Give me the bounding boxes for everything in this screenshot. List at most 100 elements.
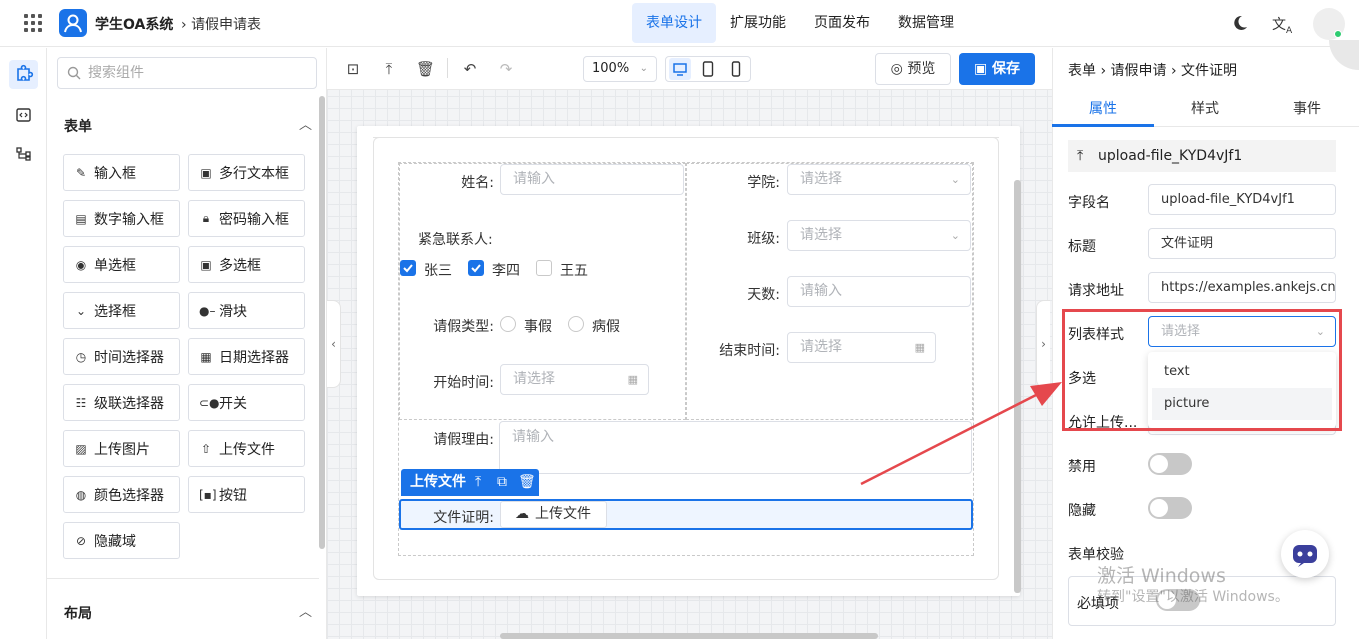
tab-styles[interactable]: 样式 [1191,98,1219,118]
textarea-icon: ▣ [200,165,212,180]
checkbox-checked[interactable] [400,260,416,276]
comp-upload-file[interactable]: ⇧ 上传文件 [188,430,305,467]
zoom-select[interactable]: 100% ⌄ [583,56,657,82]
annotation-highlight-box [1062,309,1342,431]
tab-events[interactable]: 事件 [1293,98,1321,118]
comp-time-picker[interactable]: ◷ 时间选择器 [63,338,180,375]
crumb[interactable]: 文件证明 [1181,63,1237,79]
desktop-icon[interactable] [669,58,691,80]
comp-button[interactable]: [▪] 按钮 [188,476,305,513]
collapse-left-panel-handle[interactable]: ‹ [327,300,341,388]
nav-data-management[interactable]: 数据管理 [884,3,968,43]
crumb[interactable]: 表单 [1068,63,1096,79]
export-icon[interactable]: ⤒ [380,60,398,78]
windows-watermark-title: 激活 Windows [1097,565,1226,587]
preview-button[interactable]: ◎ 预览 [875,53,951,85]
translate-icon[interactable]: 文A [1272,14,1292,36]
mobile-icon[interactable] [731,61,741,77]
code-box-icon[interactable] [16,108,31,122]
collapse-right-panel-handle[interactable]: › [1036,300,1050,388]
palette-icon: ◍ [75,487,87,502]
tablet-icon[interactable] [702,61,714,77]
comp-date-picker[interactable]: ▦ 日期选择器 [188,338,305,375]
comp-hidden-field[interactable]: ⊘ 隐藏域 [63,522,180,559]
collapse-chevron-up-icon[interactable]: ︿ [299,114,312,133]
top-breadcrumb[interactable]: › 请假申请表 [181,14,261,34]
nav-page-publish[interactable]: 页面发布 [800,3,884,43]
comp-upload-image[interactable]: ▨ 上传图片 [63,430,180,467]
comp-label: 单选框 [94,257,136,274]
nav-form-design[interactable]: 表单设计 [632,3,716,43]
undo-icon[interactable]: ↶ [461,60,479,78]
title-input[interactable]: 文件证明 [1148,228,1336,259]
apps-grid-icon[interactable] [24,14,42,32]
placeholder: 请选择 [800,339,842,355]
delete-icon[interactable]: 🗑︎ [518,469,536,496]
slider-icon: ●– [199,303,216,318]
rail-components-active[interactable] [9,60,38,89]
contact-option[interactable]: 张三 [424,260,452,280]
nav-extensions[interactable]: 扩展功能 [716,3,800,43]
class-select[interactable]: 请选择 ⌄ [787,220,971,251]
comp-slider[interactable]: ●– 滑块 [188,292,305,329]
comp-label: 上传文件 [219,441,275,458]
name-input[interactable]: 请输入 [500,164,684,195]
component-search-input[interactable]: 搜索组件 [57,57,317,89]
dark-mode-moon-icon[interactable] [1232,15,1248,31]
checkbox-checked[interactable] [468,260,484,276]
comp-checkbox[interactable]: ▣ 多选框 [188,246,305,283]
leave-type-option[interactable]: 病假 [592,316,620,336]
radio[interactable] [500,316,516,332]
redo-icon[interactable]: ↷ [497,60,515,78]
selected-component-tag[interactable]: 上传文件 ⤒ ⧉ 🗑︎ [401,469,539,496]
field-name-input[interactable]: upload-file_KYD4vJf1 [1148,184,1336,215]
leave-type-option[interactable]: 事假 [524,316,552,336]
contact-option[interactable]: 李四 [492,260,520,280]
college-select[interactable]: 请选择 ⌄ [787,164,971,195]
breadcrumb-form-name[interactable]: 请假申请表 [191,17,261,33]
comp-textarea[interactable]: ▣ 多行文本框 [188,154,305,191]
hidden-switch[interactable] [1148,497,1192,519]
comp-color-picker[interactable]: ◍ 颜色选择器 [63,476,180,513]
copy-icon[interactable]: ⧉ [497,469,507,496]
comp-cascader[interactable]: ☷ 级联选择器 [63,384,180,421]
button-icon: [▪] [199,487,217,502]
comp-input[interactable]: ✎ 输入框 [63,154,180,191]
upload-btn-label: 上传文件 [535,506,591,522]
code-view-icon[interactable]: ⊡ [344,60,362,78]
trash-icon[interactable]: 🗑︎ [416,60,435,78]
switch-icon: ⊂● [199,395,220,410]
days-input[interactable]: 请输入 [787,276,971,307]
comp-label: 颜色选择器 [94,487,164,504]
comp-label: 滑块 [219,303,247,320]
crumb[interactable]: 请假申请 [1111,63,1167,79]
start-time-picker[interactable]: 请选择 ▦ [500,364,649,395]
canvas-vertical-scrollbar[interactable] [1014,180,1021,593]
comp-select[interactable]: ⌄ 选择框 [63,292,180,329]
end-time-picker[interactable]: 请选择 ▦ [787,332,936,363]
collapse-chevron-up-icon[interactable]: ︿ [299,601,312,620]
comp-password-input[interactable]: 🔒︎ 密码输入框 [188,200,305,237]
checkbox-unchecked[interactable] [536,260,552,276]
tree-structure-icon[interactable] [16,147,31,161]
upload-file-button[interactable]: ☁︎ 上传文件 [500,501,607,528]
contact-label: 紧急联系人: [418,232,493,248]
assistant-bot-button[interactable] [1281,530,1329,578]
comp-label: 密码输入框 [219,211,289,228]
comp-label: 时间选择器 [94,349,164,366]
reason-textarea[interactable]: 请输入 [499,421,972,474]
tab-properties[interactable]: 属性 [1089,98,1117,118]
url-label: 请求地址 [1068,283,1124,299]
save-button[interactable]: ▣ 保存 [959,53,1035,85]
move-top-icon[interactable]: ⤒ [475,469,481,496]
comp-label: 按钮 [219,487,247,504]
url-input[interactable]: https://examples.ankejs.cn, [1148,272,1336,303]
disabled-switch[interactable] [1148,453,1192,475]
component-panel-scrollbar[interactable] [319,96,325,549]
comp-switch[interactable]: ⊂● 开关 [188,384,305,421]
canvas-horizontal-scrollbar[interactable] [500,633,878,639]
contact-option[interactable]: 王五 [560,260,588,280]
comp-radio[interactable]: ◉ 单选框 [63,246,180,283]
radio[interactable] [568,316,584,332]
comp-number-input[interactable]: ▤ 数字输入框 [63,200,180,237]
